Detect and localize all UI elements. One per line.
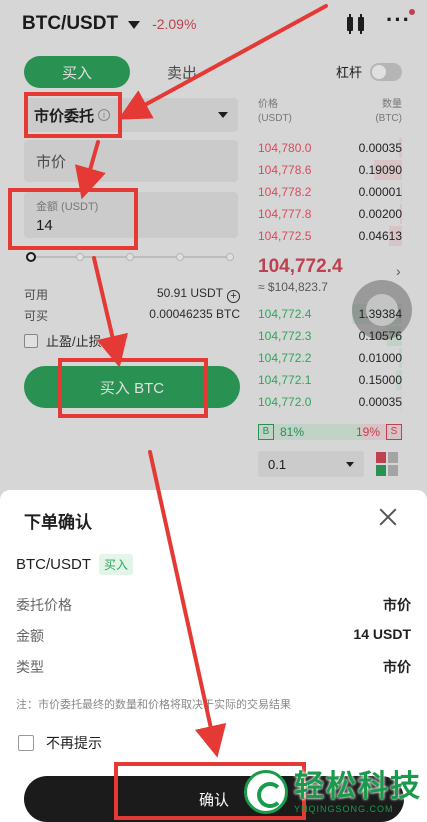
bid-qty: 1.39384 [358, 307, 402, 321]
ask-price: 104,777.8 [258, 207, 312, 221]
modal-pair: BTC/USDT [16, 556, 91, 573]
ask-qty: 0.00200 [358, 207, 402, 221]
watermark-title: 轻松科技 [294, 770, 422, 803]
bid-price: 104,772.1 [258, 373, 312, 387]
ask-price: 104,778.2 [258, 185, 312, 199]
ask-price: 104,778.6 [258, 163, 312, 177]
order-note: 注：市价委托最终的数量和价格将取决于实际的交易结果 [16, 699, 291, 711]
no-remind-checkbox[interactable] [18, 735, 34, 751]
detail-label: 委托价格 [16, 597, 72, 613]
bid-price: 104,772.3 [258, 329, 312, 343]
watermark-logo-icon [244, 770, 288, 814]
detail-value: 市价 [383, 659, 411, 675]
no-remind-label: 不再提示 [46, 735, 102, 751]
ask-price: 104,772.5 [258, 229, 312, 243]
watermark: 轻松科技 YNQINGSONG.COM [244, 770, 422, 814]
detail-value: 14 USDT [353, 626, 411, 642]
bid-price: 104,772.2 [258, 351, 312, 365]
detail-label: 金额 [16, 628, 44, 644]
ask-qty: 0.00035 [358, 141, 402, 155]
detail-value: 市价 [383, 597, 411, 613]
bid-qty: 0.15000 [358, 373, 402, 387]
ask-qty: 0.19090 [358, 163, 402, 177]
ask-qty: 0.00001 [358, 185, 402, 199]
highlight-amount [8, 188, 138, 250]
bid-price: 104,772.0 [258, 395, 312, 409]
watermark-url: YNQINGSONG.COM [294, 804, 394, 814]
detail-row: 委托价格 市价 [16, 595, 411, 615]
highlight-buy-button [58, 358, 208, 418]
highlight-order-type [24, 92, 122, 138]
ask-qty: 0.04613 [358, 229, 402, 243]
detail-row: 类型 市价 [16, 657, 411, 677]
bid-qty: 0.10576 [358, 329, 402, 343]
bid-price: 104,772.4 [258, 307, 312, 321]
bid-qty: 0.01000 [358, 351, 402, 365]
pair-line: BTC/USDT 买入 [16, 554, 134, 575]
close-icon[interactable] [379, 508, 397, 526]
detail-row: 金额 14 USDT [16, 626, 411, 646]
detail-label: 类型 [16, 659, 44, 675]
no-remind-option[interactable]: 不再提示 [18, 733, 102, 753]
sheet-title: 下单确认 [24, 513, 92, 532]
bid-qty: 0.00035 [358, 395, 402, 409]
side-badge: 买入 [99, 554, 134, 575]
ask-price: 104,780.0 [258, 141, 312, 155]
